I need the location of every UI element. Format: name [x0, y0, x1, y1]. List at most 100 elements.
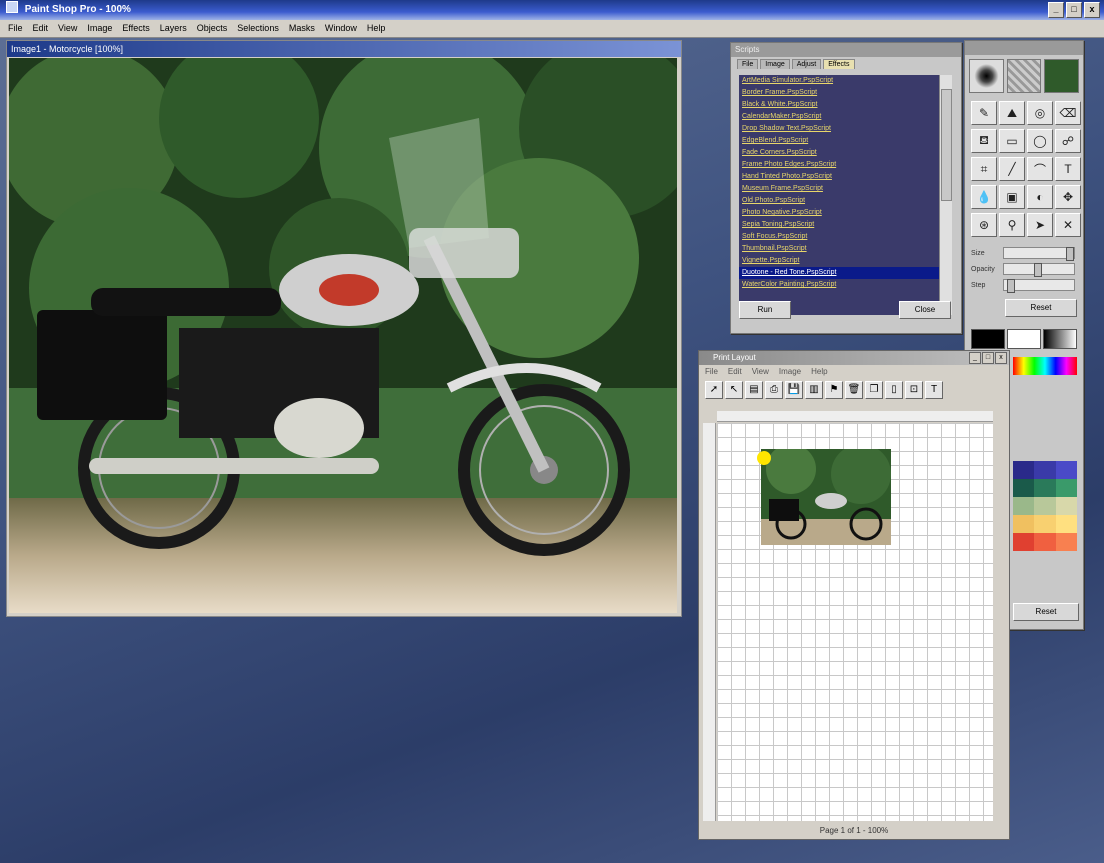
arrow-icon[interactable]: ↖ [725, 381, 743, 399]
curve-icon[interactable]: ⌒ [1027, 157, 1053, 181]
pointer-icon[interactable]: ➚ [705, 381, 723, 399]
image-document-window[interactable]: Image1 - Motorcycle [100%] [6, 40, 682, 617]
dropper-icon[interactable]: 💧 [971, 185, 997, 209]
brush-tip-preview[interactable] [969, 59, 1004, 93]
foreground-swatch[interactable] [971, 329, 1005, 349]
size-slider[interactable] [1003, 247, 1075, 261]
list-item[interactable]: ArtMedia Simulator.PspScript [739, 75, 939, 87]
menu-file[interactable]: File [8, 20, 23, 37]
list-item[interactable]: CalendarMaker.PspScript [739, 111, 939, 123]
color-wheel-icon[interactable]: ⊛ [971, 213, 997, 237]
menu-view[interactable]: View [58, 20, 77, 37]
menu-help[interactable]: Help [367, 20, 386, 37]
menu-window[interactable]: Window [325, 20, 357, 37]
background-swatch[interactable] [1007, 329, 1041, 349]
brush-texture-preview[interactable] [1006, 59, 1042, 93]
pin-icon[interactable]: ⚑ [825, 381, 843, 399]
arrow-icon[interactable]: ➤ [1027, 213, 1053, 237]
close-script-button[interactable]: Close [899, 301, 951, 319]
menu-view[interactable]: View [752, 365, 769, 379]
tab-adjust[interactable]: Adjust [791, 59, 822, 69]
color-palette[interactable] [1013, 461, 1077, 551]
list-item[interactable]: Drop Shadow Text.PspScript [739, 123, 939, 135]
ellipse-icon[interactable]: ◯ [1027, 129, 1053, 153]
slider-knob[interactable] [1034, 263, 1042, 277]
list-item[interactable]: WaterColor Painting.PspScript [739, 279, 939, 291]
script-scrollbar[interactable] [939, 75, 952, 315]
gradient-swatch[interactable] [1043, 329, 1077, 349]
color-spectrum[interactable] [1013, 357, 1077, 375]
scroll-thumb[interactable] [941, 89, 952, 201]
open-icon[interactable]: ▤ [745, 381, 763, 399]
rectangle-icon[interactable]: ▭ [999, 129, 1025, 153]
picture-frame-icon[interactable]: ▣ [999, 185, 1025, 209]
print-layout-title[interactable]: Print Layout _ □ x [699, 351, 1009, 365]
maximize-button[interactable]: □ [1066, 2, 1082, 18]
image-thumbnail[interactable] [761, 449, 891, 545]
maximize-button[interactable]: □ [982, 352, 994, 364]
clone-icon[interactable]: ◎ [1027, 101, 1053, 125]
move-icon[interactable]: ✥ [1055, 185, 1081, 209]
pipette-icon[interactable]: ⚲ [999, 213, 1025, 237]
tab-file[interactable]: File [737, 59, 759, 69]
minimize-button[interactable]: _ [969, 352, 981, 364]
opacity-slider[interactable] [1003, 263, 1075, 277]
flood-fill-icon[interactable]: ⛾ [971, 129, 997, 153]
menu-layers[interactable]: Layers [160, 20, 187, 37]
template-icon[interactable]: ▥ [805, 381, 823, 399]
menu-effects[interactable]: Effects [122, 20, 149, 37]
menu-selections[interactable]: Selections [237, 20, 279, 37]
list-item[interactable]: Hand Tinted Photo.PspScript [739, 171, 939, 183]
menu-masks[interactable]: Masks [289, 20, 315, 37]
list-item[interactable]: Sepia Toning.PspScript [739, 219, 939, 231]
document-title[interactable]: Image1 - Motorcycle [100%] [7, 41, 681, 57]
selection-handle[interactable] [757, 451, 771, 465]
list-item-selected[interactable]: Duotone - Red Tone.PspScript [739, 267, 939, 279]
text-icon[interactable]: T [1055, 157, 1081, 181]
crop-icon[interactable]: ⌗ [971, 157, 997, 181]
reset-palette-button[interactable]: Reset [1013, 603, 1079, 621]
fit-icon[interactable]: ⊡ [905, 381, 923, 399]
list-item[interactable]: Fade Corners.PspScript [739, 147, 939, 159]
menu-image[interactable]: Image [87, 20, 112, 37]
menu-edit[interactable]: Edit [728, 365, 742, 379]
list-item[interactable]: Photo Negative.PspScript [739, 207, 939, 219]
tab-image[interactable]: Image [760, 59, 790, 69]
tab-effects[interactable]: Effects [823, 59, 855, 69]
list-item[interactable]: EdgeBlend.PspScript [739, 135, 939, 147]
list-item[interactable]: Frame Photo Edges.PspScript [739, 159, 939, 171]
close-button[interactable]: x [995, 352, 1007, 364]
deform-icon[interactable]: ✕ [1055, 213, 1081, 237]
list-item[interactable]: Black & White.PspScript [739, 99, 939, 111]
image-thumbnail-preview[interactable] [1044, 59, 1080, 93]
list-item[interactable]: Vignette.PspScript [739, 255, 939, 267]
list-item[interactable]: Soft Focus.PspScript [739, 231, 939, 243]
text-icon[interactable]: T [925, 381, 943, 399]
smudge-icon[interactable]: ☍ [1055, 129, 1081, 153]
step-slider[interactable] [1003, 279, 1075, 293]
eraser-icon[interactable]: ⌫ [1055, 101, 1081, 125]
print-page[interactable] [717, 423, 993, 821]
menu-file[interactable]: File [705, 365, 718, 379]
list-item[interactable]: Thumbnail.PspScript [739, 243, 939, 255]
menu-edit[interactable]: Edit [33, 20, 49, 37]
paintbrush-icon[interactable]: ✎ [971, 101, 997, 125]
page-icon[interactable]: ▯ [885, 381, 903, 399]
run-script-button[interactable]: Run [739, 301, 791, 319]
script-list[interactable]: ArtMedia Simulator.PspScript Border Fram… [739, 75, 939, 315]
menu-objects[interactable]: Objects [197, 20, 228, 37]
minimize-button[interactable]: _ [1048, 2, 1064, 18]
list-item[interactable]: Old Photo.PspScript [739, 195, 939, 207]
line-icon[interactable]: ╱ [999, 157, 1025, 181]
list-item[interactable]: Border Frame.PspScript [739, 87, 939, 99]
save-icon[interactable]: 💾 [785, 381, 803, 399]
slider-knob[interactable] [1007, 279, 1015, 293]
close-button[interactable]: x [1084, 2, 1100, 18]
print-layout-window[interactable]: Print Layout _ □ x File Edit View Image … [698, 350, 1010, 840]
list-item[interactable]: Museum Frame.PspScript [739, 183, 939, 195]
mountain-icon[interactable]: ⛰ [999, 101, 1025, 125]
mask-icon[interactable]: ◐ [1027, 185, 1053, 209]
menu-image[interactable]: Image [779, 365, 801, 379]
print-icon[interactable]: ⎙ [765, 381, 783, 399]
slider-knob[interactable] [1066, 247, 1074, 261]
